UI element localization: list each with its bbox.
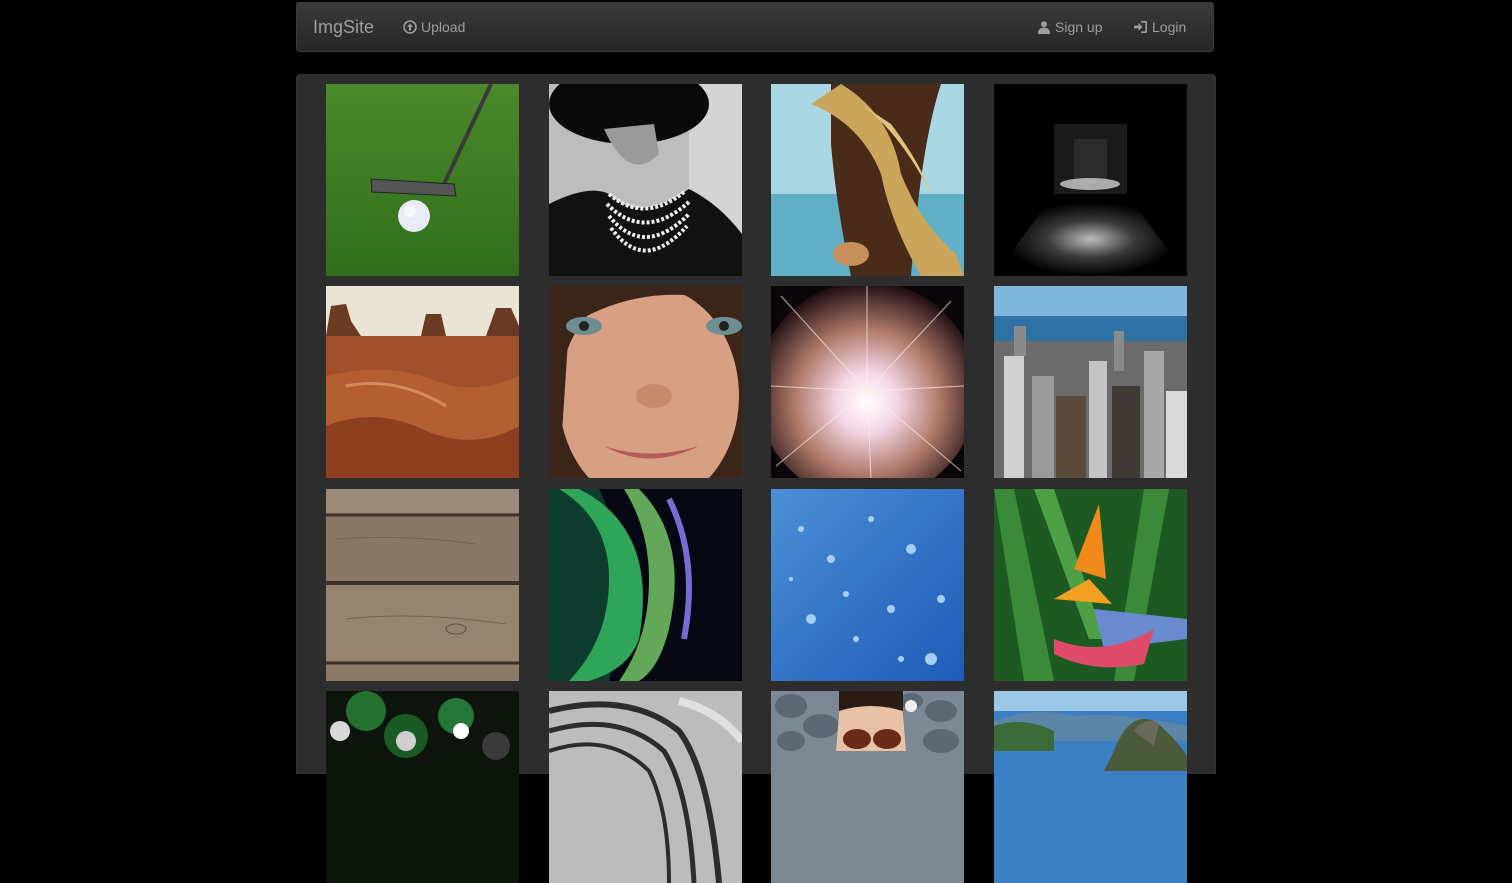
login-label: Login xyxy=(1152,19,1187,35)
top-navbar: ImgSite Upload Sign up Login xyxy=(296,2,1214,52)
signup-label: Sign up xyxy=(1055,19,1103,35)
gallery-thumbnail-sugarloaf[interactable] xyxy=(994,691,1187,883)
gallery-thumbnail-city[interactable] xyxy=(994,286,1187,478)
gallery-thumbnail-sunglasses-woman[interactable] xyxy=(771,691,964,883)
circle-arrow-up-icon xyxy=(403,20,417,34)
gallery-thumbnail-bokeh[interactable] xyxy=(326,691,519,883)
gallery-thumbnail-water-drops[interactable] xyxy=(771,489,964,681)
gallery-thumbnail-bird-of-paradise[interactable] xyxy=(994,489,1187,681)
gallery-thumbnail-wood[interactable] xyxy=(326,489,519,681)
gallery-thumbnail-firework[interactable] xyxy=(771,286,964,478)
gallery-thumbnail-curved-stairs[interactable] xyxy=(549,691,742,883)
gallery-thumbnail-horse[interactable] xyxy=(771,84,964,276)
login-link[interactable]: Login xyxy=(1133,18,1186,36)
gallery-thumbnail-freckled-girl[interactable] xyxy=(549,286,742,478)
upload-link[interactable]: Upload xyxy=(403,18,465,36)
gallery-thumbnail-woman-pearls[interactable] xyxy=(549,84,742,276)
signup-link[interactable]: Sign up xyxy=(1037,18,1102,36)
gallery-panel xyxy=(296,74,1216,883)
gallery-thumbnail-dark-corridor[interactable] xyxy=(994,84,1187,276)
gallery-thumbnail-aurora[interactable] xyxy=(549,489,742,681)
gallery-thumbnail-golf[interactable] xyxy=(326,84,519,276)
gallery-thumbnail-desert[interactable] xyxy=(326,286,519,478)
upload-label: Upload xyxy=(421,19,466,35)
brand-link[interactable]: ImgSite xyxy=(313,17,374,37)
login-icon xyxy=(1133,20,1148,34)
user-icon xyxy=(1037,20,1051,34)
